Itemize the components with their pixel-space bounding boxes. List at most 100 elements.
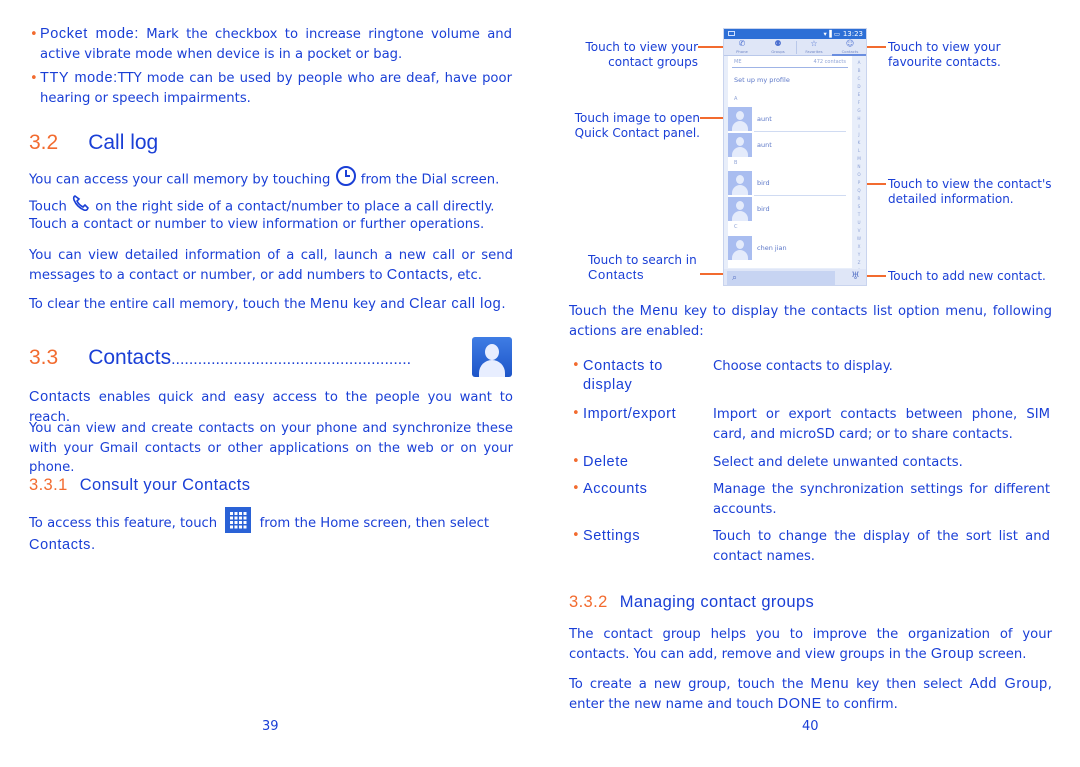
app-drawer-icon — [225, 507, 252, 533]
section-header-b: B — [734, 160, 738, 166]
setup-profile-item[interactable]: Set up my profile — [734, 76, 790, 84]
heading-contacts: 3.3 Contacts.............................… — [29, 346, 412, 369]
phone-icon: ✆ — [738, 39, 746, 48]
contact-list: ME 472 contacts Set up my profile A aunt… — [728, 56, 852, 268]
tab-favorites[interactable]: ☆ Favorites — [796, 39, 832, 56]
page-40: Touch to view your contact groups Touch … — [540, 0, 1080, 767]
contact-photo[interactable] — [728, 197, 752, 221]
list-item[interactable]: bird — [728, 197, 846, 221]
clock-icon — [335, 165, 357, 194]
contact-name: chen jian — [757, 244, 787, 252]
heading-consult-contacts: 3.3.1 Consult your Contacts — [29, 476, 251, 494]
option-label-delete: Delete — [583, 454, 629, 470]
alphabet-index-letter[interactable]: M — [854, 155, 864, 163]
contact-name: bird — [757, 205, 770, 213]
add-contact-icon[interactable]: ♅ — [851, 270, 860, 284]
call-log-paragraph-1: You can access your call memory by touch… — [29, 165, 513, 218]
tab-groups[interactable]: ⚉ Groups — [760, 39, 796, 56]
list-item[interactable]: aunt — [728, 133, 846, 157]
phone-contacts-screenshot: ▾▐ ▭ 13:23 ✆ Phone ⚉ Groups ☆ Favorites … — [723, 28, 867, 286]
option-desc: Touch to change the display of the sort … — [713, 529, 1050, 564]
contact-name: aunt — [757, 115, 772, 123]
alphabet-index-letter[interactable]: V — [854, 227, 864, 235]
status-time: 13:23 — [842, 30, 863, 38]
tab-contacts[interactable]: ☺ Contacts — [832, 39, 866, 56]
contact-photo[interactable] — [728, 236, 752, 260]
section-header-c: C — [734, 224, 738, 230]
signal-battery-icons: ▾▐ ▭ — [823, 30, 840, 38]
alphabet-index-letter[interactable]: A — [854, 59, 864, 67]
bullet-dot: • — [572, 454, 580, 469]
alphabet-index-letter[interactable]: X — [854, 243, 864, 251]
list-item[interactable]: aunt — [728, 107, 846, 132]
callout-search: Touch to search in Contacts — [588, 253, 697, 282]
alphabet-index-letter[interactable]: C — [854, 75, 864, 83]
heading-call-log: 3.2 Call log — [29, 131, 159, 154]
alphabet-index-letter[interactable]: L — [854, 147, 864, 155]
bullet-dot: • — [30, 27, 38, 42]
alphabet-index-letter[interactable]: K — [854, 139, 864, 147]
contact-count: 472 contacts — [813, 59, 846, 65]
bullet-dot: • — [572, 528, 580, 543]
alphabet-index-letter[interactable]: D — [854, 83, 864, 91]
alphabet-index-letter[interactable]: W — [854, 235, 864, 243]
alphabet-index-letter[interactable]: E — [854, 91, 864, 99]
alphabet-index-letter[interactable]: N — [854, 163, 864, 171]
option-label-import-export: Import/export — [583, 406, 677, 422]
alphabet-index-letter[interactable]: Z — [854, 259, 864, 267]
toc-leader: ........................................… — [171, 351, 412, 368]
contact-photo[interactable] — [728, 133, 752, 157]
list-item[interactable]: bird — [728, 171, 846, 196]
status-bar: ▾▐ ▭ 13:23 — [724, 29, 866, 39]
alphabet-index-letter[interactable]: R — [854, 195, 864, 203]
divider — [754, 131, 846, 132]
alphabet-index-letter[interactable]: Q — [854, 187, 864, 195]
bullet-dot: • — [572, 406, 580, 421]
callout-contact-groups: Touch to view your contact groups — [585, 40, 698, 69]
call-log-paragraph-3: You can view detailed information of a c… — [29, 248, 513, 283]
alphabet-index-letter[interactable]: T — [854, 211, 864, 219]
consult-paragraph: To access this feature, touch from the H… — [29, 507, 513, 556]
call-log-paragraph-2: Touch a contact or number to view inform… — [29, 217, 485, 232]
bullet-dot: • — [572, 481, 580, 496]
callout-add-contact: Touch to add new contact. — [888, 269, 1046, 283]
alphabet-index-letter[interactable]: S — [854, 203, 864, 211]
call-log-paragraph-4: To clear the entire call memory, touch t… — [29, 296, 506, 312]
alphabet-index-letter[interactable]: F — [854, 99, 864, 107]
option-label-settings: Settings — [583, 528, 641, 544]
contact-photo[interactable] — [728, 107, 752, 131]
option-desc: Import or export contacts between phone,… — [713, 407, 1050, 442]
callout-contact-detail: Touch to view the contact's detailed inf… — [888, 177, 1052, 206]
alphabet-index[interactable]: ABCDEFGHIJKLMNOPQRSTUVWXYZ# — [854, 59, 864, 273]
bullet-pocket-mode: Pocket mode: Mark the checkbox to increa… — [40, 26, 512, 62]
alphabet-index-letter[interactable]: U — [854, 219, 864, 227]
alphabet-index-letter[interactable]: J — [854, 131, 864, 139]
bullet-dot: • — [572, 358, 580, 373]
star-icon: ☆ — [810, 39, 818, 48]
page-39: • Pocket mode: Mark the checkbox to incr… — [0, 0, 540, 767]
alphabet-index-letter[interactable]: Y — [854, 251, 864, 259]
groups-paragraph-2: To create a new group, touch the Menu ke… — [569, 676, 1052, 712]
callout-favourites: Touch to view your favourite contacts. — [888, 40, 1001, 69]
alphabet-index-letter[interactable]: I — [854, 123, 864, 131]
alphabet-index-letter[interactable]: B — [854, 67, 864, 75]
menu-intro-paragraph: Touch the Menu key to display the contac… — [569, 303, 1053, 339]
search-button[interactable]: ⌕ — [727, 271, 835, 285]
section-header-a: A — [734, 96, 738, 102]
page-number: 40 — [802, 719, 819, 734]
tab-phone[interactable]: ✆ Phone — [724, 39, 760, 56]
contact-photo[interactable] — [728, 171, 752, 195]
notification-icon — [728, 31, 735, 36]
alphabet-index-letter[interactable]: P — [854, 179, 864, 187]
option-desc: Choose contacts to display. — [713, 359, 893, 374]
divider — [732, 67, 848, 68]
groups-paragraph-1: The contact group helps you to improve t… — [569, 627, 1052, 662]
search-icon: ⌕ — [732, 273, 738, 283]
list-item[interactable]: chen jian — [728, 236, 846, 260]
bullet-tty-mode: TTY mode:TTY mode can be used by people … — [40, 70, 512, 106]
alphabet-index-letter[interactable]: G — [854, 107, 864, 115]
alphabet-index-letter[interactable]: H — [854, 115, 864, 123]
groups-icon: ⚉ — [774, 39, 782, 48]
alphabet-index-letter[interactable]: O — [854, 171, 864, 179]
tab-bar: ✆ Phone ⚉ Groups ☆ Favorites ☺ Contacts — [724, 39, 866, 56]
